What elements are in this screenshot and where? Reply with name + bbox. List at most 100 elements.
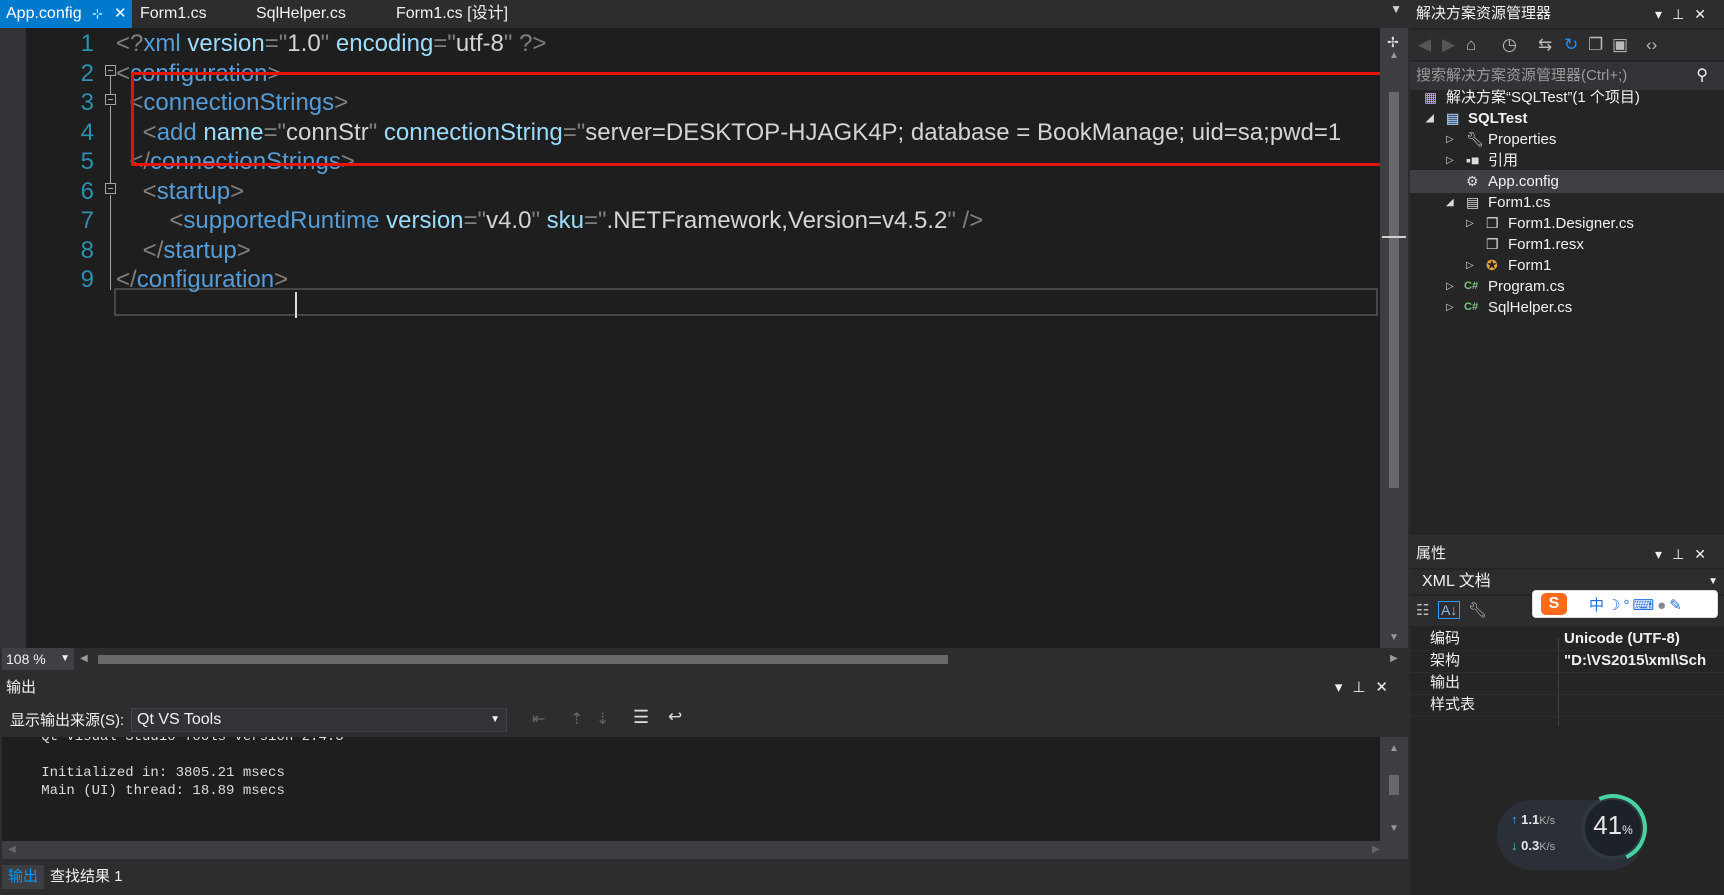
view-code-icon[interactable]: ‹›: [1646, 35, 1657, 55]
property-row[interactable]: 样式表: [1410, 694, 1724, 717]
ime-toolbar[interactable]: S 中☽°⌨●✎: [1532, 590, 1718, 618]
history-icon[interactable]: ◷: [1502, 35, 1517, 55]
tab-form1-designer[interactable]: Form1.cs [设计]: [390, 0, 540, 28]
tree-item-properties[interactable]: ▷ 🔧︎ Properties: [1410, 128, 1724, 151]
tree-item-form1-class[interactable]: ▷ ✪ Form1: [1410, 254, 1724, 277]
property-pages-icon[interactable]: 🔧︎: [1468, 601, 1487, 619]
code-line: <supportedRuntime version="v4.0" sku=".N…: [116, 205, 983, 237]
tab-label: Form1.cs: [140, 5, 207, 22]
tree-item-sqlhelper-cs[interactable]: ▷ C# SqlHelper.cs: [1410, 296, 1724, 319]
sync-icon[interactable]: ⇆: [1538, 35, 1552, 55]
collapse-icon[interactable]: [105, 65, 116, 76]
property-name: 输出: [1430, 674, 1461, 691]
tree-item-project[interactable]: ◢ ▤ SQLTest: [1410, 107, 1724, 130]
close-icon[interactable]: ✕: [114, 0, 127, 28]
collapsed-arrow-icon[interactable]: ▷: [1466, 254, 1474, 277]
text-caret: [295, 292, 297, 318]
pin-icon[interactable]: ⊹: [92, 0, 103, 28]
output-vertical-scrollbar[interactable]: ▲ ▼: [1380, 737, 1408, 841]
horizontal-scroll-thumb[interactable]: [98, 655, 948, 664]
tab-form1-cs[interactable]: Form1.cs: [134, 0, 244, 28]
refresh-icon[interactable]: ↻: [1564, 35, 1578, 55]
tree-item-references[interactable]: ▷ ▪■ 引用: [1410, 149, 1724, 172]
previous-message-icon[interactable]: ⇡: [570, 709, 583, 729]
search-placeholder: 搜索解决方案资源管理器(Ctrl+;): [1416, 67, 1628, 84]
collapsed-arrow-icon[interactable]: ▷: [1466, 212, 1474, 235]
editor-tab-bar: App.config ⊹ ✕ Form1.cs SqlHelper.cs For…: [0, 0, 1408, 28]
scroll-down-icon[interactable]: ▼: [1389, 823, 1399, 834]
clear-all-icon[interactable]: ☰: [633, 707, 649, 728]
tree-item-label: SQLTest: [1468, 110, 1528, 127]
tab-app-config[interactable]: App.config ⊹ ✕: [0, 0, 132, 28]
editor-horizontal-bar: 108 % ▼ ◀ ▶: [0, 648, 1408, 670]
collapsed-arrow-icon[interactable]: ▷: [1446, 296, 1454, 319]
ime-status-icons[interactable]: 中☽°⌨●✎: [1589, 594, 1685, 615]
tree-item-app-config[interactable]: ⚙ App.config: [1410, 170, 1724, 193]
tree-item-form1-cs[interactable]: ◢ ▤ Form1.cs: [1410, 191, 1724, 214]
alphabetical-icon[interactable]: A↓: [1438, 601, 1461, 619]
scroll-thumb[interactable]: [1389, 775, 1399, 795]
property-row[interactable]: 编码 Unicode (UTF-8): [1410, 628, 1724, 651]
scroll-right-icon[interactable]: ▶: [1390, 653, 1398, 664]
pin-icon[interactable]: ⊥: [1352, 679, 1375, 696]
scroll-right-icon[interactable]: ▶: [1372, 844, 1380, 855]
chevron-down-icon: ▼: [60, 653, 70, 664]
usage-percent: 41%: [1585, 810, 1641, 841]
tab-sqlhelper-cs[interactable]: SqlHelper.cs: [250, 0, 380, 28]
output-text-area[interactable]: -- Qt Visual Studio Tools version 2.4.3 …: [2, 737, 1380, 841]
collapse-icon[interactable]: [105, 94, 116, 105]
collapsed-arrow-icon[interactable]: ▷: [1446, 275, 1454, 298]
dropdown-icon[interactable]: ▾: [1655, 546, 1672, 562]
close-icon[interactable]: ✕: [1694, 6, 1716, 22]
network-speed-widget[interactable]: ↑ 1.1K/s ↓ 0.3K/s 41%: [1497, 784, 1657, 872]
pin-icon[interactable]: ⊥: [1672, 546, 1694, 562]
fold-guide: [110, 76, 111, 94]
expanded-arrow-icon[interactable]: ◢: [1446, 191, 1454, 214]
collapse-all-icon[interactable]: ❐: [1588, 35, 1603, 55]
tree-item-solution[interactable]: ▦ 解决方案“SQLTest”(1 个项目): [1410, 86, 1724, 109]
scroll-down-icon[interactable]: ▼: [1389, 632, 1399, 643]
home-icon[interactable]: ⌂: [1466, 35, 1476, 55]
usage-percent-value: 41: [1593, 810, 1623, 840]
expanded-arrow-icon[interactable]: ◢: [1426, 107, 1434, 130]
tree-item-label: Form1.cs: [1488, 194, 1551, 211]
output-source-select[interactable]: Qt VS Tools ▼: [131, 708, 507, 732]
property-row[interactable]: 输出: [1410, 672, 1724, 695]
tree-item-form1-resx[interactable]: ❒ Form1.resx: [1410, 233, 1724, 256]
scroll-left-icon[interactable]: ◀: [8, 844, 16, 855]
dropdown-icon[interactable]: ▾: [1335, 679, 1353, 696]
zoom-level-dropdown[interactable]: 108 % ▼: [2, 648, 74, 670]
output-horizontal-scrollbar[interactable]: ◀ ▶: [2, 841, 1408, 859]
close-icon[interactable]: ✕: [1375, 679, 1398, 696]
code-token: >: [230, 177, 245, 205]
collapsed-arrow-icon[interactable]: ▷: [1446, 149, 1454, 172]
scroll-up-icon[interactable]: ▲: [1389, 50, 1399, 61]
back-icon[interactable]: ◀: [1418, 35, 1431, 55]
line-number: 3: [80, 89, 94, 116]
tab-output[interactable]: 输出: [2, 865, 45, 889]
upload-arrow-icon: ↑: [1511, 812, 1518, 827]
scroll-up-icon[interactable]: ▲: [1389, 743, 1399, 754]
close-icon[interactable]: ✕: [1694, 546, 1716, 562]
forward-icon[interactable]: ▶: [1442, 35, 1455, 55]
tab-find-results[interactable]: 查找结果 1: [44, 865, 129, 889]
categorized-icon[interactable]: ☷: [1416, 601, 1429, 619]
pin-icon[interactable]: ⊥: [1672, 6, 1694, 22]
editor-vertical-scrollbar[interactable]: ✢ ▲ ▼: [1380, 28, 1408, 648]
show-all-files-icon[interactable]: ▣: [1612, 35, 1628, 55]
word-wrap-icon[interactable]: ↩: [668, 707, 682, 727]
dropdown-icon[interactable]: ▾: [1655, 6, 1672, 22]
tree-item-form1-designer[interactable]: ▷ ❒ Form1.Designer.cs: [1410, 212, 1724, 235]
collapsed-arrow-icon[interactable]: ▷: [1446, 128, 1454, 151]
code-token: 1.0: [287, 30, 321, 57]
tree-item-label: Form1.resx: [1508, 236, 1584, 253]
collapse-icon[interactable]: [105, 183, 116, 194]
find-message-icon[interactable]: ⇤: [532, 709, 545, 729]
tab-list-dropdown-icon[interactable]: ▼: [1390, 2, 1402, 16]
scroll-thumb[interactable]: [1389, 92, 1399, 488]
split-window-icon[interactable]: ✢: [1387, 34, 1399, 51]
property-row[interactable]: 架构 "D:\VS2015\xml\Sch: [1410, 650, 1724, 673]
scroll-left-icon[interactable]: ◀: [80, 653, 88, 664]
next-message-icon[interactable]: ⇣: [596, 709, 609, 729]
tree-item-program-cs[interactable]: ▷ C# Program.cs: [1410, 275, 1724, 298]
